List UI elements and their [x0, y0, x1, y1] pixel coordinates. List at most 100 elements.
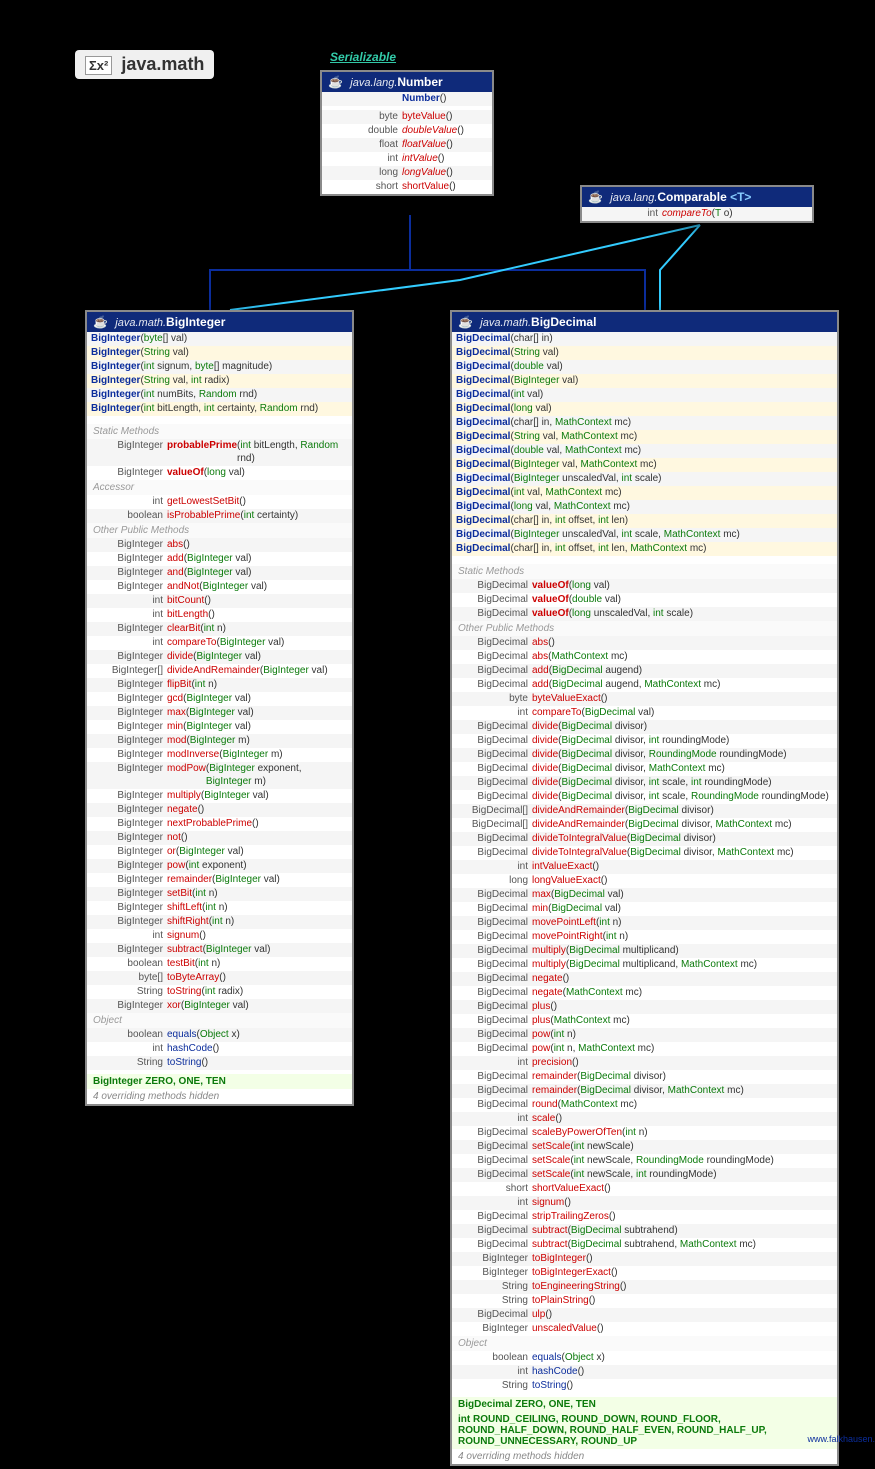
method: BigInteger probablePrime (int bitLength,… [87, 439, 352, 466]
class-comparable: ☕ java.lang.Comparable <T> int compareTo… [580, 185, 814, 223]
method: BigInteger toBigInteger () [452, 1252, 837, 1266]
hidden-note: 4 overriding methods hidden [452, 1449, 837, 1464]
constructor: BigDecimal (char[] in, int offset, int l… [452, 542, 837, 556]
method: String toString (int radix) [87, 985, 352, 999]
method: BigInteger modPow (BigInteger exponent, … [87, 762, 352, 789]
section-header: Static Methods [452, 564, 837, 579]
method: BigInteger multiply (BigInteger val) [87, 789, 352, 803]
constructor: BigInteger (int bitLength, int certainty… [87, 402, 352, 416]
class-bigdecimal: ☕ java.math.BigDecimal BigDecimal (char[… [450, 310, 839, 1466]
method: BigInteger[] divideAndRemainder (BigInte… [87, 664, 352, 678]
class-header: ☕ java.lang.Comparable <T> [582, 187, 812, 207]
method: BigDecimal plus () [452, 1000, 837, 1014]
method: long longValue () [322, 166, 492, 180]
method: BigDecimal setScale (int newScale, Round… [452, 1154, 837, 1168]
method: BigDecimal scaleByPowerOfTen (int n) [452, 1126, 837, 1140]
method: byte byteValue () [322, 110, 492, 124]
method: String toString () [452, 1379, 837, 1393]
constructor: BigInteger (String val) [87, 346, 352, 360]
page-title: Σx² java.math [75, 50, 214, 79]
method: boolean isProbablePrime (int certainty) [87, 509, 352, 523]
method: BigDecimal divide (BigDecimal divisor, R… [452, 748, 837, 762]
method: BigDecimal setScale (int newScale) [452, 1140, 837, 1154]
method: BigDecimal valueOf (double val) [452, 593, 837, 607]
method: BigDecimal add (BigDecimal augend) [452, 664, 837, 678]
method: BigInteger abs () [87, 538, 352, 552]
page-title-text: java.math [121, 54, 204, 74]
method: BigDecimal movePointRight (int n) [452, 930, 837, 944]
method: BigInteger negate () [87, 803, 352, 817]
method: BigInteger xor (BigInteger val) [87, 999, 352, 1013]
method: BigDecimal remainder (BigDecimal divisor… [452, 1070, 837, 1084]
method: BigDecimal round (MathContext mc) [452, 1098, 837, 1112]
method: int compareTo (BigInteger val) [87, 636, 352, 650]
method: BigDecimal subtract (BigDecimal subtrahe… [452, 1224, 837, 1238]
constants: int ROUND_CEILING, ROUND_DOWN, ROUND_FLO… [452, 1412, 837, 1449]
method: BigInteger add (BigInteger val) [87, 552, 352, 566]
method: BigInteger clearBit (int n) [87, 622, 352, 636]
method: int signum () [452, 1196, 837, 1210]
coffee-icon: ☕ [328, 75, 343, 89]
constructor: BigDecimal (char[] in, MathContext mc) [452, 416, 837, 430]
section-header: Other Public Methods [87, 523, 352, 538]
method: BigDecimal valueOf (long val) [452, 579, 837, 593]
method: BigInteger mod (BigInteger m) [87, 734, 352, 748]
method: BigDecimal subtract (BigDecimal subtrahe… [452, 1238, 837, 1252]
method: long longValueExact () [452, 874, 837, 888]
method: BigInteger subtract (BigInteger val) [87, 943, 352, 957]
method: BigDecimal divideToIntegralValue (BigDec… [452, 832, 837, 846]
method: BigDecimal multiply (BigDecimal multipli… [452, 944, 837, 958]
method: BigInteger and (BigInteger val) [87, 566, 352, 580]
coffee-icon: ☕ [93, 315, 108, 329]
constructor: BigDecimal (BigInteger val, MathContext … [452, 458, 837, 472]
method: BigDecimal divide (BigDecimal divisor, M… [452, 762, 837, 776]
method: BigDecimal setScale (int newScale, int r… [452, 1168, 837, 1182]
constructor: BigDecimal (BigInteger unscaledVal, int … [452, 472, 837, 486]
method: BigInteger max (BigInteger val) [87, 706, 352, 720]
method: BigDecimal abs (MathContext mc) [452, 650, 837, 664]
method: int compareTo (T o) [582, 207, 812, 221]
constructor: BigDecimal (double val) [452, 360, 837, 374]
class-biginteger: ☕ java.math.BigInteger BigInteger (byte[… [85, 310, 354, 1106]
coffee-icon: ☕ [588, 190, 603, 204]
method: BigInteger unscaledValue () [452, 1322, 837, 1336]
method: short shortValue () [322, 180, 492, 194]
method: BigInteger flipBit (int n) [87, 678, 352, 692]
hidden-note: 4 overriding methods hidden [87, 1089, 352, 1104]
method: BigInteger andNot (BigInteger val) [87, 580, 352, 594]
method: BigDecimal[] divideAndRemainder (BigDeci… [452, 804, 837, 818]
constructor: BigDecimal (BigInteger val) [452, 374, 837, 388]
method: BigInteger nextProbablePrime () [87, 817, 352, 831]
constructor: BigDecimal (int val, MathContext mc) [452, 486, 837, 500]
method: byte byteValueExact () [452, 692, 837, 706]
method: BigDecimal abs () [452, 636, 837, 650]
constants: BigDecimal ZERO, ONE, TEN [452, 1397, 837, 1412]
constants: BigInteger ZERO, ONE, TEN [87, 1074, 352, 1089]
serializable-link[interactable]: Serializable [330, 50, 396, 64]
method: int getLowestSetBit () [87, 495, 352, 509]
constructor: BigInteger (int numBits, Random rnd) [87, 388, 352, 402]
method: BigDecimal valueOf (long unscaledVal, in… [452, 607, 837, 621]
section-header: Object [452, 1336, 837, 1351]
method: BigInteger toBigIntegerExact () [452, 1266, 837, 1280]
class-header: ☕ java.math.BigDecimal [452, 312, 837, 332]
constructor: BigDecimal (double val, MathContext mc) [452, 444, 837, 458]
method: String toPlainString () [452, 1294, 837, 1308]
method: BigDecimal divide (BigDecimal divisor, i… [452, 734, 837, 748]
method: int precision () [452, 1056, 837, 1070]
method: BigInteger pow (int exponent) [87, 859, 352, 873]
method: byte[] toByteArray () [87, 971, 352, 985]
method: BigInteger divide (BigInteger val) [87, 650, 352, 664]
method: BigDecimal min (BigDecimal val) [452, 902, 837, 916]
method: BigDecimal stripTrailingZeros () [452, 1210, 837, 1224]
section-header: Static Methods [87, 424, 352, 439]
class-header: ☕ java.lang.Number [322, 72, 492, 92]
constructor: Number () [322, 92, 492, 106]
method: BigInteger shiftRight (int n) [87, 915, 352, 929]
sigma-icon: Σx² [85, 56, 112, 75]
method: int hashCode () [87, 1042, 352, 1056]
method: BigDecimal add (BigDecimal augend, MathC… [452, 678, 837, 692]
method: int signum () [87, 929, 352, 943]
method: BigInteger or (BigInteger val) [87, 845, 352, 859]
method: boolean testBit (int n) [87, 957, 352, 971]
